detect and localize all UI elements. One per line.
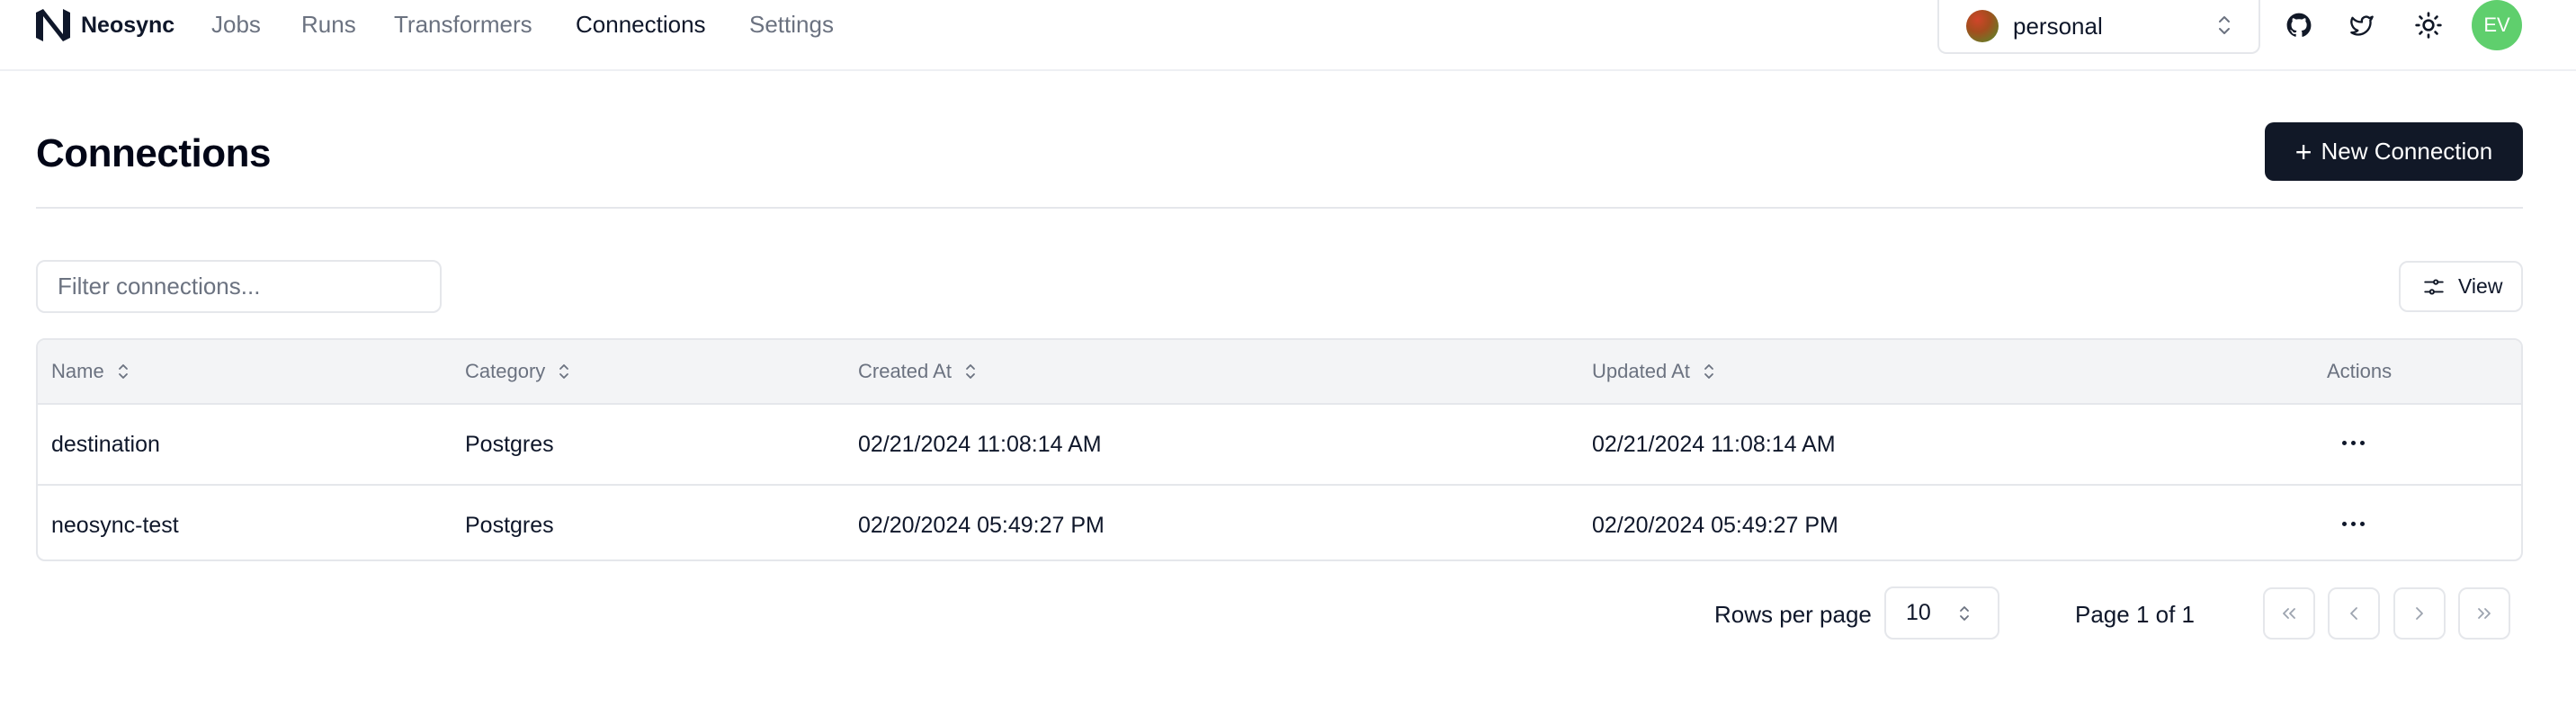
column-label: Updated At bbox=[1592, 360, 1690, 382]
column-header-actions: Actions bbox=[2327, 360, 2392, 383]
chevrons-right-icon bbox=[2478, 608, 2491, 619]
more-horizontal-icon bbox=[2341, 440, 2365, 445]
sort-icon bbox=[118, 364, 128, 379]
column-header-category[interactable]: Category bbox=[465, 360, 570, 383]
user-avatar[interactable]: EV bbox=[2472, 0, 2522, 50]
chevron-right-icon bbox=[2416, 607, 2423, 620]
nav-link-connections[interactable]: Connections bbox=[576, 11, 706, 39]
account-switcher[interactable]: personal bbox=[1937, 0, 2260, 54]
column-label: Created At bbox=[858, 360, 952, 382]
nav-link-transformers[interactable]: Transformers bbox=[394, 11, 532, 39]
chevrons-up-down-icon bbox=[2219, 16, 2230, 34]
cell-name[interactable]: destination bbox=[51, 432, 160, 458]
row-actions-button[interactable] bbox=[2333, 506, 2373, 541]
twitter-icon[interactable] bbox=[2348, 11, 2376, 40]
header-divider bbox=[36, 207, 2523, 209]
chevrons-left-icon bbox=[2283, 608, 2295, 619]
view-options-button[interactable]: View bbox=[2399, 261, 2523, 312]
nav-link-runs[interactable]: Runs bbox=[301, 11, 356, 39]
sort-icon bbox=[559, 364, 569, 379]
cell-name[interactable]: neosync-test bbox=[51, 513, 179, 539]
column-label: Category bbox=[465, 360, 546, 382]
first-page-button[interactable] bbox=[2263, 587, 2315, 640]
page-info: Page 1 of 1 bbox=[2075, 601, 2195, 628]
rows-per-page-label: Rows per page bbox=[1714, 601, 1872, 628]
view-label: View bbox=[2458, 274, 2503, 298]
column-label: Actions bbox=[2327, 360, 2393, 382]
cell-created-at: 02/21/2024 11:08:14 AM bbox=[858, 432, 1102, 457]
column-header-updated-at[interactable]: Updated At bbox=[1592, 360, 1715, 383]
row-actions-button[interactable] bbox=[2333, 425, 2373, 461]
table-row[interactable]: neosync-test Postgres 02/20/2024 05:49:2… bbox=[38, 484, 2521, 559]
new-connection-button[interactable]: + New Connection bbox=[2265, 122, 2523, 181]
rows-per-page-value: 10 bbox=[1906, 600, 1931, 625]
rows-per-page-select[interactable]: 10 bbox=[1884, 586, 1999, 640]
cell-category: Postgres bbox=[465, 432, 554, 457]
column-header-name[interactable]: Name bbox=[51, 360, 130, 383]
account-avatar bbox=[1966, 10, 1999, 42]
brand-name: Neosync bbox=[81, 12, 175, 38]
connections-table: Name Category Created At Updated At Acti… bbox=[36, 338, 2523, 561]
more-horizontal-icon bbox=[2341, 521, 2365, 526]
sort-icon bbox=[966, 364, 975, 379]
chevron-left-icon bbox=[2350, 607, 2357, 620]
page-title: Connections bbox=[36, 131, 271, 175]
cell-category: Postgres bbox=[465, 513, 554, 538]
nav-link-settings[interactable]: Settings bbox=[749, 11, 834, 39]
cell-updated-at: 02/20/2024 05:49:27 PM bbox=[1592, 513, 1838, 538]
nav-link-jobs[interactable]: Jobs bbox=[211, 11, 261, 39]
column-header-created-at[interactable]: Created At bbox=[858, 360, 977, 383]
last-page-button[interactable] bbox=[2458, 587, 2510, 640]
previous-page-button[interactable] bbox=[2328, 587, 2380, 640]
account-name: personal bbox=[2013, 12, 2103, 40]
sort-icon bbox=[1704, 364, 1713, 379]
chevrons-up-down-icon bbox=[1960, 606, 1969, 621]
column-label: Name bbox=[51, 360, 104, 382]
table-row[interactable]: destination Postgres 02/21/2024 11:08:14… bbox=[38, 405, 2521, 484]
sliders-icon bbox=[2424, 278, 2444, 295]
table-header: Name Category Created At Updated At Acti… bbox=[38, 340, 2521, 405]
neosync-logo-icon bbox=[36, 9, 70, 41]
cell-created-at: 02/20/2024 05:49:27 PM bbox=[858, 513, 1105, 538]
new-connection-label: New Connection bbox=[2321, 138, 2493, 165]
next-page-button[interactable] bbox=[2393, 587, 2446, 640]
cell-updated-at: 02/21/2024 11:08:14 AM bbox=[1592, 432, 1836, 457]
brand[interactable]: Neosync bbox=[36, 7, 174, 43]
plus-icon: + bbox=[2294, 135, 2312, 168]
top-navbar: Neosync Jobs Runs Transformers Connectio… bbox=[0, 0, 2576, 71]
sun-icon[interactable] bbox=[2414, 11, 2443, 40]
filter-connections-input[interactable] bbox=[36, 260, 442, 313]
github-icon[interactable] bbox=[2285, 11, 2313, 40]
